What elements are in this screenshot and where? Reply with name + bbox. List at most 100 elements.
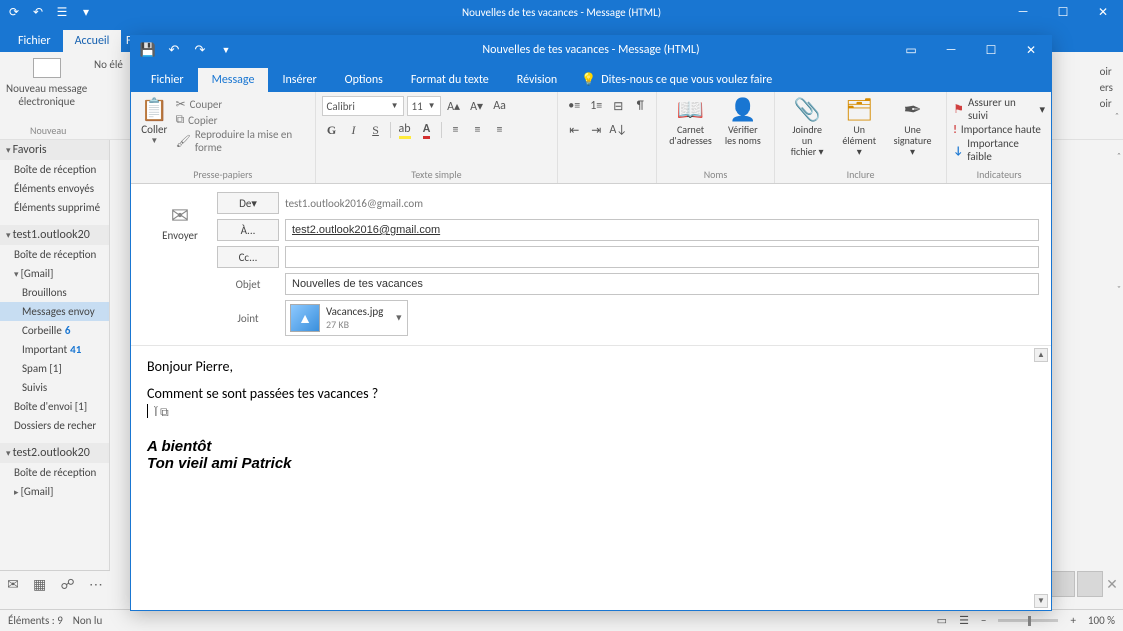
- address-book-button[interactable]: 📖 Carnetd'adresses: [663, 96, 718, 146]
- avatar[interactable]: [1077, 571, 1103, 597]
- cc-button[interactable]: Cc...: [217, 246, 279, 268]
- nav-a1-search[interactable]: Dossiers de recher: [0, 416, 109, 435]
- numbering-button[interactable]: 1≡: [586, 96, 606, 116]
- nav-a1-trash[interactable]: Corbeille6: [0, 321, 109, 340]
- show-marks-icon[interactable]: ¶: [630, 96, 650, 116]
- bg-tab-home[interactable]: Accueil: [63, 30, 122, 52]
- redo-icon[interactable]: ↷: [191, 41, 209, 59]
- format-painter-button[interactable]: 🖌Reproduire la mise en forme: [176, 128, 309, 154]
- nav-a1-drafts[interactable]: Brouillons: [0, 283, 109, 302]
- nav-a1-follow[interactable]: Suivis: [0, 378, 109, 397]
- compose-minimize-button[interactable]: —: [931, 36, 971, 64]
- paste-options-icon[interactable]: Ĭ ⧉: [154, 406, 168, 420]
- attach-file-button[interactable]: 📎 Joindre unfichier ▾: [781, 96, 834, 157]
- mail-icon[interactable]: ✉: [7, 576, 19, 593]
- copy-button[interactable]: ⧉Copier: [176, 113, 309, 127]
- zoom-slider[interactable]: [998, 619, 1058, 622]
- nav-a1-inbox[interactable]: Boîte de réception: [0, 245, 109, 264]
- qat-touch-icon[interactable]: ☰: [54, 4, 70, 20]
- undo-icon[interactable]: ↶: [165, 41, 183, 59]
- cut-button[interactable]: ✂Couper: [176, 97, 309, 112]
- qat-undo-icon[interactable]: ↶: [30, 4, 46, 20]
- qat-dropdown-icon[interactable]: ▼: [217, 41, 235, 59]
- new-mail-icon[interactable]: [33, 58, 61, 78]
- signature-button[interactable]: ✒ Unesignature ▾: [885, 96, 940, 157]
- bg-minimize-button[interactable]: —: [1003, 0, 1043, 24]
- nav-account-1[interactable]: test1.outlook20: [0, 225, 109, 245]
- follow-up-button[interactable]: ⚑Assurer un suivi ▾: [953, 96, 1045, 122]
- bg-maximize-button[interactable]: ☐: [1043, 0, 1083, 24]
- bg-close-button[interactable]: ✕: [1083, 0, 1123, 24]
- bg-tab-file[interactable]: Fichier: [6, 30, 63, 52]
- tab-message[interactable]: Message: [198, 68, 269, 92]
- zoom-out-icon[interactable]: −: [981, 614, 986, 627]
- nav-fav-deleted[interactable]: Éléments supprimé: [0, 198, 109, 217]
- more-icon[interactable]: ⋯: [89, 576, 103, 593]
- tab-file[interactable]: Fichier: [137, 68, 198, 92]
- shrink-font-button[interactable]: A▾: [467, 96, 487, 116]
- nav-a2-inbox[interactable]: Boîte de réception: [0, 463, 109, 482]
- calendar-icon[interactable]: ▦: [33, 576, 46, 593]
- tell-me[interactable]: 💡Dites-nous ce que vous voulez faire: [571, 67, 782, 92]
- attachment-chip[interactable]: ▲ Vacances.jpg 27 KB ▼: [285, 300, 408, 336]
- nav-a1-gmail[interactable]: [Gmail]: [0, 264, 109, 283]
- decrease-indent-button[interactable]: ⇤: [564, 120, 584, 140]
- zoom-in-icon[interactable]: +: [1070, 614, 1075, 627]
- nav-fav-sent[interactable]: Éléments envoyés: [0, 179, 109, 198]
- from-button[interactable]: De ▾: [217, 192, 279, 214]
- check-names-button[interactable]: 👤 Vérifierles noms: [718, 96, 768, 146]
- low-importance-button[interactable]: ↓Importance faible: [953, 137, 1045, 163]
- nav-a1-sentmsgs[interactable]: Messages envoy: [0, 302, 109, 321]
- align-right-icon[interactable]: ≡: [490, 120, 510, 140]
- compose-close-button[interactable]: ✕: [1011, 36, 1051, 64]
- nav-a1-important[interactable]: Important41: [0, 340, 109, 359]
- chevron-down-icon[interactable]: ▼: [394, 313, 403, 324]
- body-scroll-up-icon[interactable]: ▲: [1034, 348, 1048, 362]
- save-icon[interactable]: 💾: [139, 41, 157, 59]
- compose-maximize-button[interactable]: ☐: [971, 36, 1011, 64]
- to-button[interactable]: À...: [217, 219, 279, 241]
- to-field[interactable]: [285, 219, 1039, 241]
- increase-indent-button[interactable]: ⇥: [586, 120, 606, 140]
- scroll-down-icon[interactable]: ˇ: [1117, 283, 1121, 296]
- tab-insert[interactable]: Insérer: [268, 68, 330, 92]
- nav-a1-outbox[interactable]: Boîte d'envoi [1]: [0, 397, 109, 416]
- nav-a1-spam[interactable]: Spam [1]: [0, 359, 109, 378]
- view-reading-icon[interactable]: ☰: [959, 614, 969, 627]
- subject-field[interactable]: [285, 273, 1039, 295]
- nav-fav-inbox[interactable]: Boîte de réception: [0, 160, 109, 179]
- people-close-icon[interactable]: ✕: [1105, 577, 1119, 591]
- ribbon-collapse-icon[interactable]: ˆ: [1115, 110, 1119, 123]
- send-button[interactable]: ✉ Envoyer: [143, 192, 217, 341]
- font-name-combo[interactable]: Calibri▼: [322, 96, 404, 116]
- nav-account-2[interactable]: test2.outlook20: [0, 443, 109, 463]
- tab-format[interactable]: Format du texte: [397, 68, 503, 92]
- highlight-button[interactable]: ab: [395, 120, 415, 140]
- tab-options[interactable]: Options: [331, 68, 397, 92]
- cc-field[interactable]: [285, 246, 1039, 268]
- grow-font-button[interactable]: A▴: [444, 96, 464, 116]
- paste-button[interactable]: 📋 Coller ▼: [137, 96, 172, 155]
- ribbon-display-icon[interactable]: ▭: [891, 36, 931, 64]
- qat-folder-icon[interactable]: ▾: [78, 4, 94, 20]
- align-center-icon[interactable]: ≡: [468, 120, 488, 140]
- people-icon[interactable]: ☍: [60, 576, 74, 593]
- message-body[interactable]: ▲ Bonjour Pierre, Comment se sont passée…: [131, 346, 1051, 610]
- qat-sendreceive-icon[interactable]: ⟳: [6, 4, 22, 20]
- change-case-button[interactable]: Aa: [490, 96, 510, 116]
- attach-item-button[interactable]: 🗂 Unélément ▾: [834, 96, 885, 157]
- align-left-icon[interactable]: ≡: [446, 120, 466, 140]
- underline-button[interactable]: S: [366, 120, 386, 140]
- nav-a2-gmail[interactable]: [Gmail]: [0, 482, 109, 501]
- nav-favorites[interactable]: Favoris: [0, 140, 109, 160]
- avatar[interactable]: [1049, 571, 1075, 597]
- tab-review[interactable]: Révision: [503, 68, 571, 92]
- font-size-combo[interactable]: 11▼: [407, 96, 441, 116]
- view-normal-icon[interactable]: ▭: [937, 614, 947, 627]
- scroll-up-icon[interactable]: ˆ: [1117, 150, 1121, 163]
- bold-button[interactable]: G: [322, 120, 342, 140]
- high-importance-button[interactable]: !Importance haute: [953, 123, 1045, 136]
- sort-button[interactable]: A↓: [608, 120, 628, 140]
- font-color-button[interactable]: A: [417, 120, 437, 140]
- body-scroll-down-icon[interactable]: ▼: [1034, 594, 1048, 608]
